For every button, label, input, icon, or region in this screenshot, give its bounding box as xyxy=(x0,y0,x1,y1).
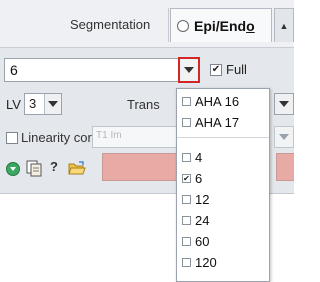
checkbox-icon xyxy=(182,237,191,246)
t1-image-dropdown-button[interactable] xyxy=(274,126,294,148)
lv-dropdown-button[interactable] xyxy=(44,94,61,114)
segment-count-combo[interactable] xyxy=(4,58,200,82)
menu-item-label: 120 xyxy=(195,255,217,270)
segment-count-menu: AHA 16 AHA 17 4 ✔ 6 12 24 60 120 xyxy=(176,88,270,282)
menu-item-label: AHA 16 xyxy=(195,94,240,109)
checkbox-icon xyxy=(182,97,191,106)
radio-icon[interactable] xyxy=(177,19,189,32)
menu-item-label: 6 xyxy=(195,171,203,186)
go-down-icon[interactable] xyxy=(6,162,20,176)
menu-divider xyxy=(177,137,269,138)
menu-item[interactable]: 12 xyxy=(177,189,269,210)
epi-endo-tab[interactable]: Epi/Endo xyxy=(170,8,272,42)
open-folder-icon[interactable] xyxy=(68,161,86,176)
help-icon[interactable]: ? xyxy=(50,159,58,174)
status-field xyxy=(102,153,178,181)
menu-item[interactable]: 24 xyxy=(177,210,269,231)
linearity-label: Linearity corr.: xyxy=(21,130,103,145)
menu-item[interactable]: ✔ 6 xyxy=(177,168,269,189)
menu-item-label: 12 xyxy=(195,192,210,207)
lv-label: LV xyxy=(6,97,21,112)
status-field-right xyxy=(276,153,294,181)
menu-item-label: AHA 17 xyxy=(195,115,240,130)
menu-item[interactable]: AHA 16 xyxy=(177,91,269,112)
chevron-down-icon xyxy=(48,101,58,107)
menu-item-label: 60 xyxy=(195,234,210,249)
chevron-down-icon xyxy=(279,101,289,107)
segmentation-label: Segmentation xyxy=(70,17,151,32)
full-checkbox[interactable]: ✔ xyxy=(210,64,222,76)
t1-image-combo-value: T1 Im xyxy=(96,130,122,141)
full-checkbox-label: Full xyxy=(226,62,247,77)
tab-scroll-up-icon[interactable]: ▲ xyxy=(274,8,294,42)
checkbox-icon xyxy=(182,153,191,162)
menu-item-label: 4 xyxy=(195,150,203,165)
checkbox-icon xyxy=(182,216,191,225)
menu-item[interactable]: AHA 17 xyxy=(177,112,269,133)
menu-item[interactable]: 120 xyxy=(177,252,269,273)
header-divider xyxy=(168,8,169,42)
transform-dropdown-button[interactable] xyxy=(274,93,294,115)
checked-checkbox-icon: ✔ xyxy=(182,173,191,183)
checkbox-icon xyxy=(182,195,191,204)
segment-count-value: 6 xyxy=(10,62,18,78)
menu-item[interactable]: 60 xyxy=(177,231,269,252)
chevron-down-icon xyxy=(279,134,289,140)
linearity-checkbox[interactable] xyxy=(6,132,18,144)
lv-combo-value: 3 xyxy=(29,96,37,111)
checkbox-icon xyxy=(182,118,191,127)
transform-label: Trans xyxy=(127,97,160,112)
chevron-down-icon xyxy=(184,67,194,73)
checkbox-icon xyxy=(182,258,191,267)
segment-count-dropdown-button[interactable] xyxy=(178,57,200,83)
menu-item[interactable]: 4 xyxy=(177,147,269,168)
copy-icon[interactable] xyxy=(26,160,42,177)
epi-endo-tab-label: Epi/Endo xyxy=(194,17,255,34)
menu-item-label: 24 xyxy=(195,213,210,228)
